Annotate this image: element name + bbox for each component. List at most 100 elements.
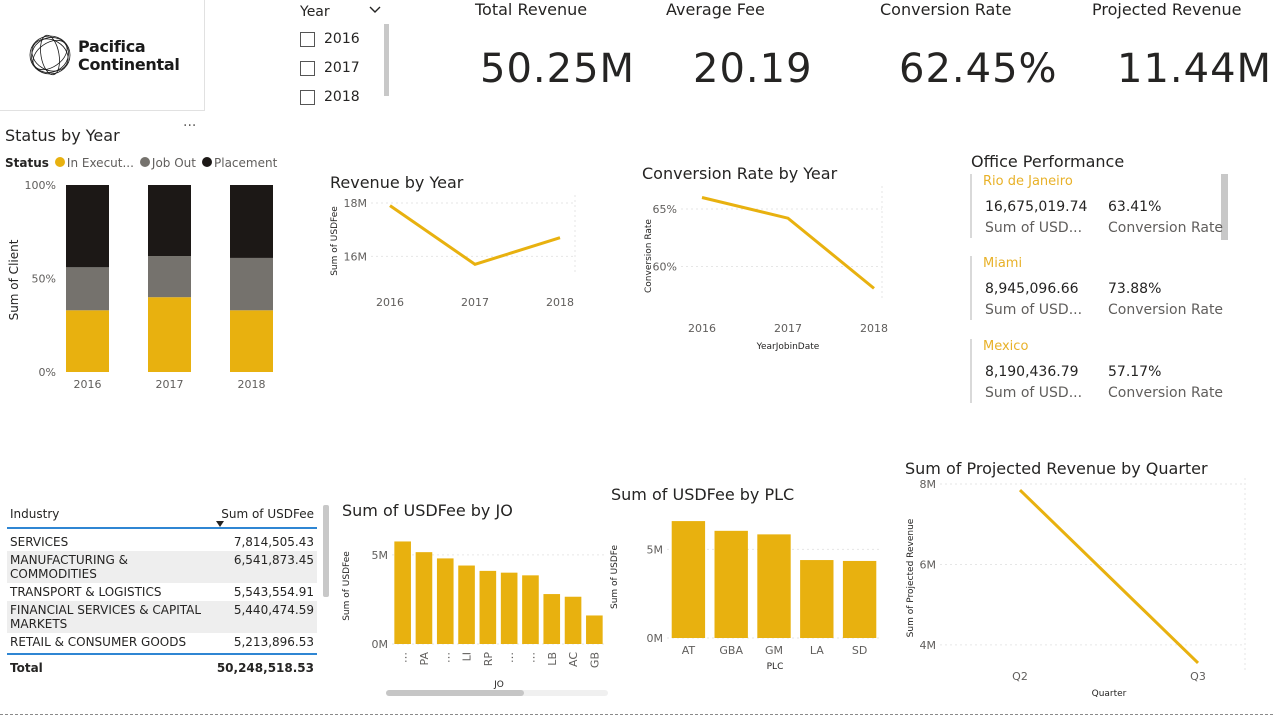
- y-tick-label: 0%: [39, 366, 56, 379]
- year-option-2018[interactable]: 2018: [300, 89, 360, 105]
- col-header-industry[interactable]: Industry: [7, 505, 213, 528]
- x-tick-label: GB: [588, 652, 601, 668]
- value-cell: 5,440,474.59: [213, 601, 317, 633]
- year-option-2017[interactable]: 2017: [300, 60, 360, 76]
- kpi-conversion-rate-title: Conversion Rate: [880, 0, 1012, 19]
- office-revenue-label: Sum of USD...: [985, 385, 1083, 401]
- office-card-miami[interactable]: Miami 8,945,096.66 Sum of USD... 73.88% …: [970, 256, 1228, 320]
- table-row[interactable]: FINANCIAL SERVICES & CAPITAL MARKETS 5,44…: [7, 601, 317, 633]
- y-tick-label: 4M: [920, 639, 937, 652]
- legend-item-job-out[interactable]: Job Out: [139, 156, 196, 170]
- industry-cell: MANUFACTURING & COMMODITIES: [7, 551, 213, 583]
- checkbox-2016[interactable]: [300, 31, 315, 47]
- x-tick-label: LI: [461, 652, 474, 661]
- y-axis-title: Sum of Projected Revenue: [906, 518, 916, 637]
- year-option-label: 2016: [324, 31, 360, 47]
- industry-cell: TRANSPORT & LOGISTICS: [10, 585, 162, 599]
- office-performance-title: Office Performance: [971, 152, 1125, 171]
- checkbox-2018[interactable]: [300, 89, 315, 105]
- usdfee-by-jo-chart[interactable]: 5M 0M … PA … LI RP … … LB AC GB Sum of USDFee JO: [337, 523, 612, 698]
- total-value: 50,248,518.53: [216, 661, 314, 675]
- bar-segment: [66, 185, 109, 268]
- bar-segment: [66, 310, 109, 372]
- conversion-rate-by-year-chart[interactable]: 65% 60% 2016 2017 2018 Conversion Rate YearJob…: [637, 186, 897, 356]
- table-row[interactable]: TRANSPORT & LOGISTICS 5,543,554.91: [7, 583, 317, 601]
- legend-dot-icon: [139, 157, 150, 167]
- table-row[interactable]: SERVICES 7,814,505.43: [7, 533, 317, 551]
- x-tick-label: 2017: [461, 296, 489, 309]
- value-cell: 5,543,554.91: [233, 585, 314, 599]
- revenue-by-year-chart[interactable]: 18M 16M 2016 2017 2018 Sum of USDFee: [325, 195, 585, 320]
- office-card-rio[interactable]: Rio de Janeiro 16,675,019.74 Sum of USD.…: [970, 174, 1228, 238]
- table-row[interactable]: MANUFACTURING & COMMODITIES 6,541,873.45: [7, 551, 317, 583]
- bar: [522, 575, 539, 644]
- kpi-total-revenue-title: Total Revenue: [475, 0, 588, 19]
- usdfee-by-plc-title: Sum of USDFee by PLC: [611, 485, 795, 504]
- x-tick-label: 2016: [688, 322, 716, 335]
- sort-desc-icon: [216, 521, 224, 527]
- office-revenue: 8,945,096.66: [985, 281, 1079, 297]
- col-header-usdfee[interactable]: Sum of USDFee: [213, 505, 317, 528]
- kpi-conversion-rate-value: 62.45%: [899, 46, 1058, 92]
- y-tick-label: 65%: [653, 203, 677, 216]
- year-option-2016[interactable]: 2016: [300, 31, 360, 47]
- bar: [436, 558, 454, 644]
- x-tick-label: 2016: [376, 296, 404, 309]
- status-by-year-title: Status by Year: [5, 126, 120, 145]
- projected-revenue-by-quarter-chart[interactable]: 8M 6M 4M Q2 Q3 Sum of Projected Revenue Quarte…: [900, 478, 1255, 703]
- x-tick-label: …: [439, 652, 452, 663]
- projected-revenue-by-quarter-title: Sum of Projected Revenue by Quarter: [905, 459, 1208, 478]
- legend-item-placement[interactable]: Placement: [202, 156, 277, 170]
- checkbox-2017[interactable]: [300, 60, 315, 76]
- y-tick-label: 5M: [647, 543, 664, 556]
- jo-scroll-thumb[interactable]: [386, 690, 524, 696]
- bar: [479, 570, 497, 644]
- kpi-average-fee-title: Average Fee: [666, 0, 765, 19]
- office-rate: 63.41%: [1108, 199, 1162, 215]
- table-scrollbar[interactable]: [323, 505, 329, 597]
- legend-label: Job Out: [151, 156, 196, 170]
- y-tick-label: 18M: [344, 197, 368, 210]
- page-divider: [0, 714, 1273, 717]
- bar: [500, 572, 518, 644]
- bar-segment: [148, 297, 191, 372]
- y-tick-label: 60%: [653, 261, 677, 274]
- x-axis-title: YearJobinDate: [756, 342, 820, 352]
- x-tick-label: LB: [546, 652, 559, 666]
- usdfee-by-plc-chart[interactable]: 5M 0M AT GBA GM LA SD Sum of USDFe PLC: [605, 507, 890, 677]
- x-tick-label: PA: [418, 652, 431, 666]
- bar-segment: [66, 267, 109, 311]
- logo-line-1: Pacifica: [78, 37, 146, 56]
- legend-label: In Execut...: [66, 156, 134, 170]
- chevron-down-icon[interactable]: [368, 5, 382, 15]
- status-by-year-chart[interactable]: Sum of Client 100% 50% 0% 2016 2017 2018: [0, 175, 290, 395]
- office-name: Mexico: [983, 339, 1029, 354]
- x-axis-title: PLC: [767, 662, 784, 672]
- y-tick-label: 50%: [32, 273, 56, 286]
- legend-dot-icon: [202, 157, 212, 167]
- legend-dot-icon: [54, 157, 65, 167]
- status-legend: Status In Execut... Job Out Placement: [5, 156, 277, 170]
- y-axis-title: Sum of USDFee: [342, 551, 352, 621]
- bar-segment: [148, 256, 191, 298]
- y-axis-title: Sum of Client: [7, 239, 21, 320]
- y-tick-label: 0M: [647, 632, 664, 645]
- legend-item-in-execution[interactable]: In Execut...: [54, 156, 134, 170]
- x-tick-label: …: [503, 652, 516, 663]
- y-tick-label: 0M: [372, 638, 389, 651]
- industry-table[interactable]: Industry Sum of USDFee SERVICES 7,814,505…: [7, 505, 319, 677]
- slicer-scrollbar[interactable]: [384, 24, 389, 96]
- jo-scroll-track[interactable]: [386, 690, 608, 696]
- x-tick-label: 2017: [774, 322, 802, 335]
- office-card-mexico[interactable]: Mexico 8,190,436.79 Sum of USD... 57.17%…: [970, 339, 1228, 403]
- x-tick-label: …: [397, 652, 410, 663]
- table-row[interactable]: RETAIL & CONSUMER GOODS 5,213,896.53: [7, 633, 317, 654]
- bar: [800, 560, 834, 638]
- bar-segment: [148, 185, 191, 257]
- y-axis-title: Sum of USDFee: [330, 206, 340, 276]
- more-options-icon[interactable]: ...: [183, 114, 196, 130]
- table-header-row: Industry Sum of USDFee: [7, 505, 317, 528]
- series-line: [1018, 488, 1200, 665]
- office-revenue-label: Sum of USD...: [985, 220, 1083, 236]
- x-tick-label: 2018: [546, 296, 574, 309]
